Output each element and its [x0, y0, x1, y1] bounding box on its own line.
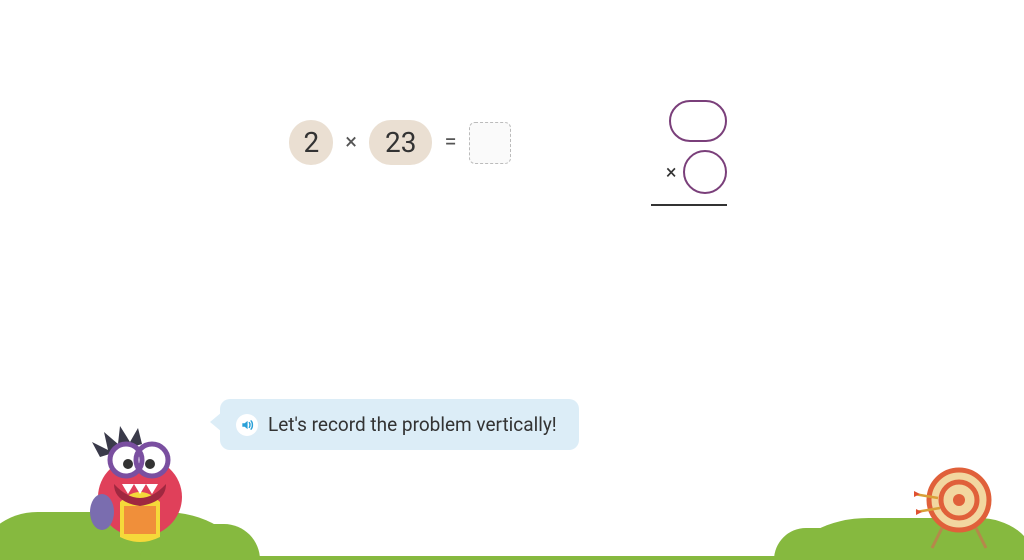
- vertical-rule: [651, 204, 727, 206]
- vertical-times-symbol: ×: [666, 160, 677, 184]
- times-symbol: ×: [345, 130, 357, 155]
- vertical-bottom-slot[interactable]: [683, 150, 727, 194]
- vertical-top-slot[interactable]: [669, 100, 727, 142]
- vertical-equation: ×: [651, 100, 735, 206]
- grass-line: [0, 556, 1024, 560]
- mascot-character: [70, 402, 220, 552]
- speech-bubble: Let's record the problem vertically!: [220, 399, 579, 450]
- target-decoration: [914, 450, 1004, 550]
- horizontal-equation: 2 × 23 =: [289, 120, 510, 165]
- vertical-second-row: ×: [666, 150, 727, 194]
- answer-input[interactable]: [469, 122, 511, 164]
- multiplicand-pill: 23: [369, 120, 432, 165]
- multiplier-pill: 2: [289, 120, 333, 165]
- equals-symbol: =: [444, 130, 456, 155]
- speech-text: Let's record the problem vertically!: [268, 413, 557, 436]
- audio-icon[interactable]: [236, 414, 258, 436]
- problem-area: 2 × 23 = ×: [0, 100, 1024, 206]
